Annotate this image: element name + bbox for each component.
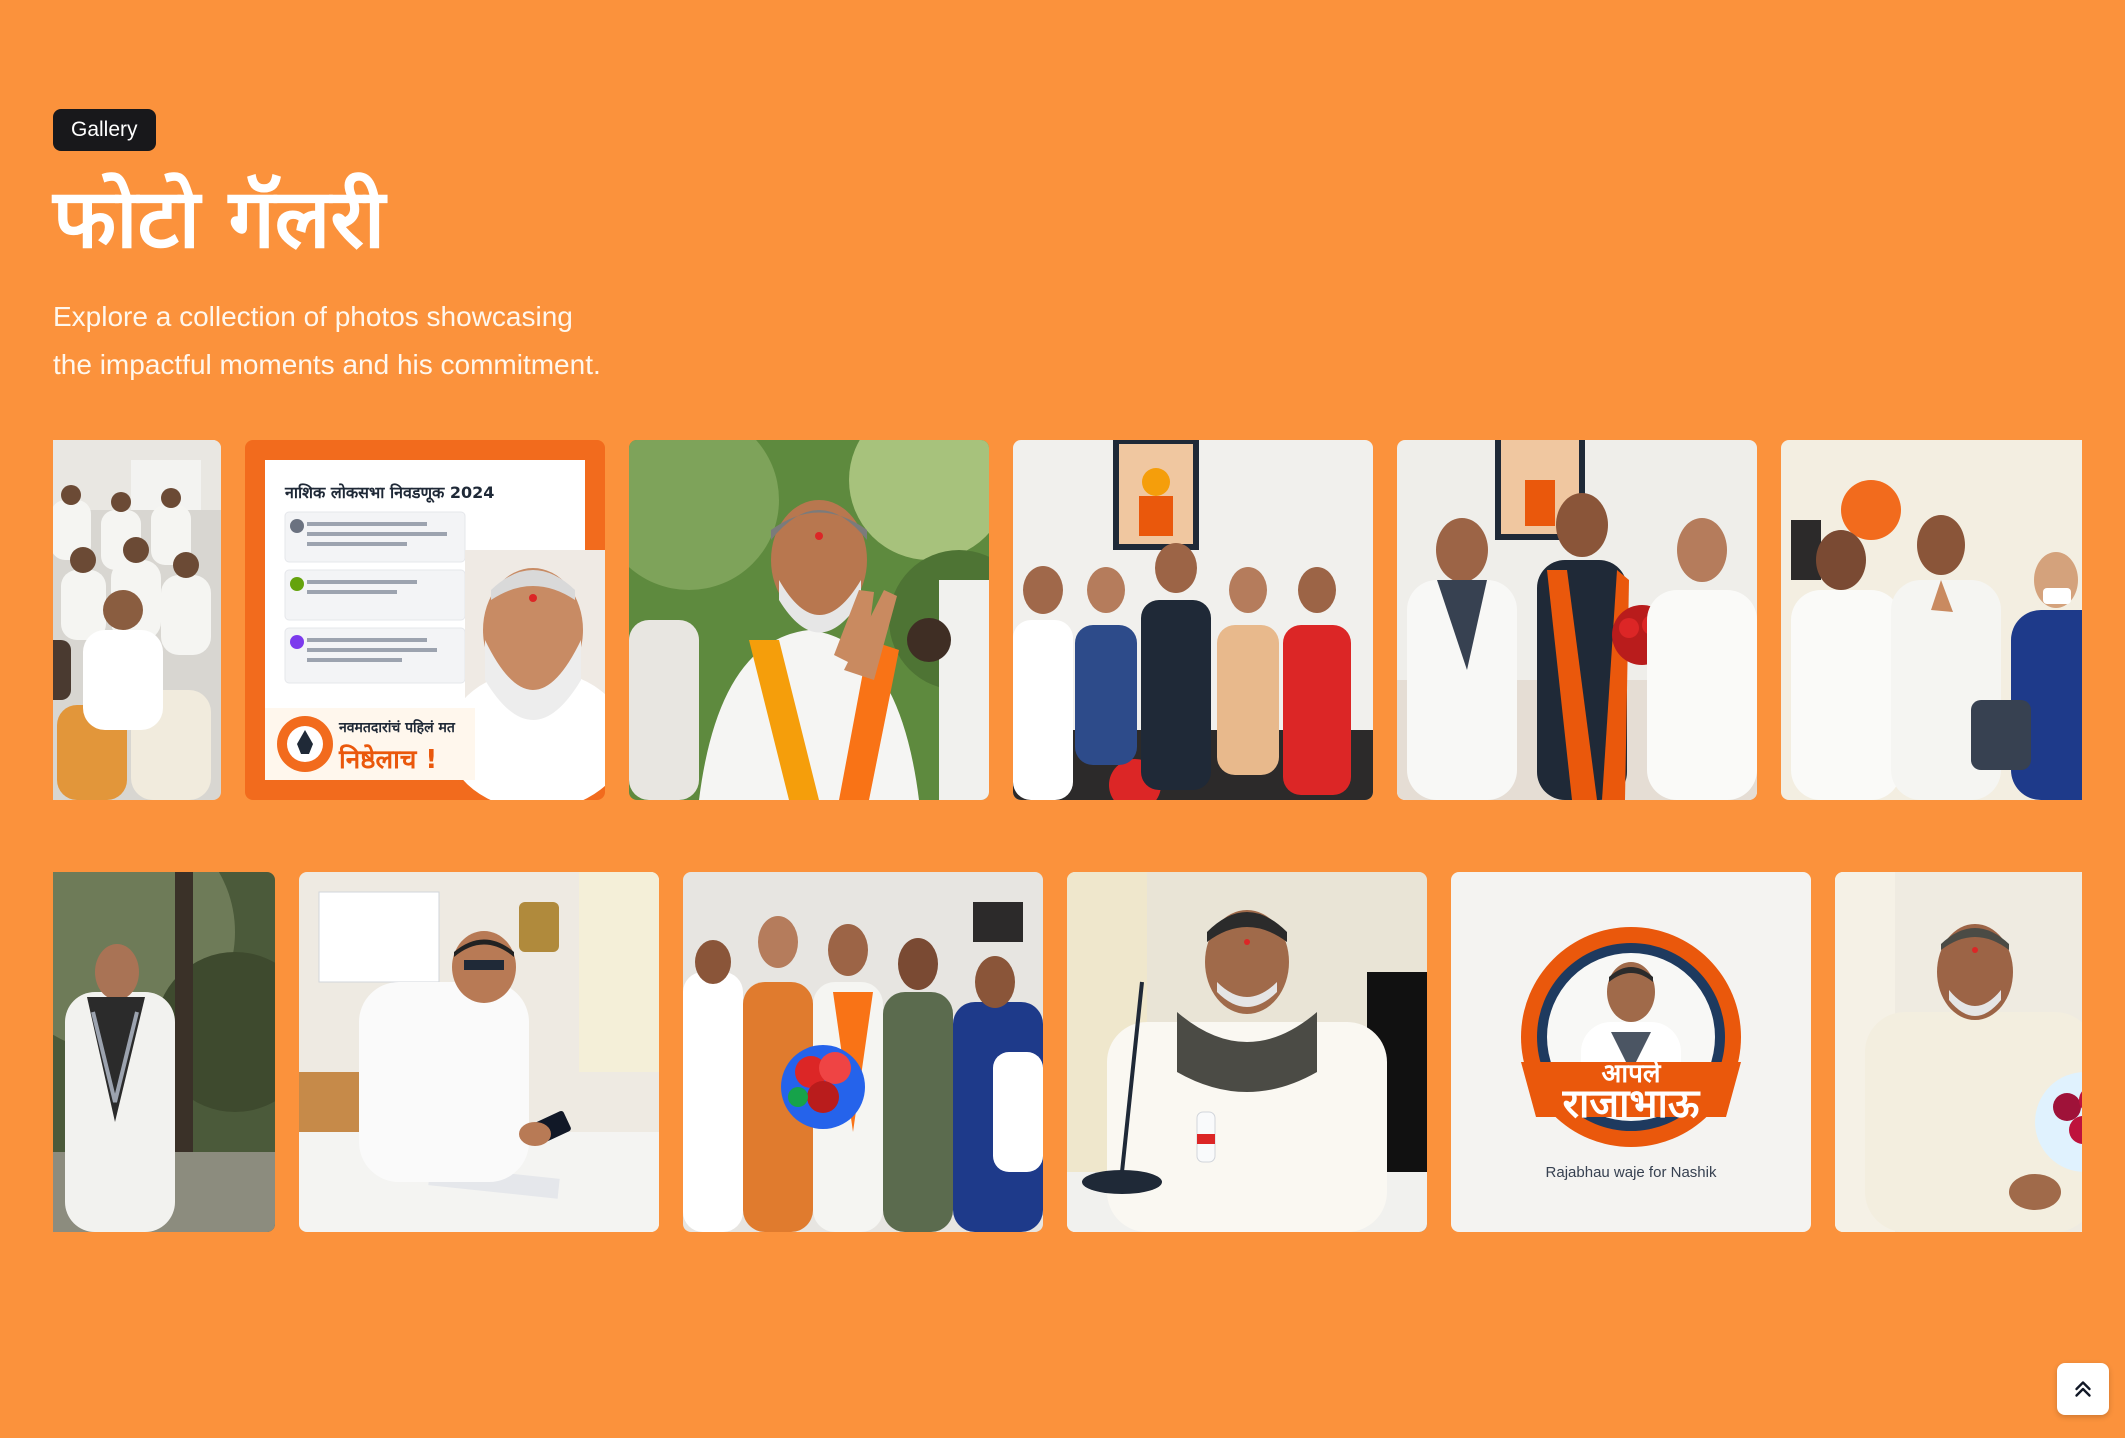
gallery-photo[interactable] bbox=[1835, 872, 2082, 1232]
gallery-image bbox=[1835, 872, 2082, 1232]
subtitle-line-2: the impactful moments and his commitment… bbox=[53, 349, 601, 380]
logo-line-2: राजाभाऊ bbox=[1562, 1081, 1701, 1127]
poster-slogan-top: नवमतदारांचं पहिलं मत bbox=[338, 719, 456, 736]
gallery-image bbox=[683, 872, 1043, 1232]
gallery-photo[interactable] bbox=[53, 872, 275, 1232]
gallery-photo[interactable] bbox=[1067, 872, 1427, 1232]
gallery-badge: Gallery bbox=[53, 109, 156, 151]
gallery-photo[interactable] bbox=[1397, 440, 1757, 800]
gallery-image bbox=[1397, 440, 1757, 800]
gallery-image bbox=[1067, 872, 1427, 1232]
gallery-photo[interactable] bbox=[1781, 440, 2082, 800]
gallery-image bbox=[53, 872, 275, 1232]
gallery-row-2: आपले राजाभाऊ Rajabhau waje for Nashik bbox=[53, 872, 2082, 1232]
gallery-image bbox=[299, 872, 659, 1232]
poster-heading: नाशिक लोकसभा निवडणूक 2024 bbox=[284, 483, 494, 503]
subtitle-line-1: Explore a collection of photos showcasin… bbox=[53, 301, 573, 332]
gallery-photo[interactable]: नाशिक लोकसभा निवडणूक 2024 नवमतदारांचं पह… bbox=[245, 440, 605, 800]
gallery-photo[interactable] bbox=[629, 440, 989, 800]
gallery-image bbox=[1013, 440, 1373, 800]
gallery-photo[interactable] bbox=[53, 440, 221, 800]
gallery-image bbox=[629, 440, 989, 800]
gallery-photo[interactable] bbox=[683, 872, 1043, 1232]
gallery-photo[interactable] bbox=[299, 872, 659, 1232]
double-chevron-up-icon bbox=[2075, 1381, 2091, 1397]
gallery-header: Gallery फोटो गॅलरी Explore a collection … bbox=[53, 109, 693, 389]
poster-slogan-bottom: निष्ठेलाच ! bbox=[338, 744, 437, 775]
gallery-page: Gallery फोटो गॅलरी Explore a collection … bbox=[0, 0, 2125, 1438]
logo-caption: Rajabhau waje for Nashik bbox=[1546, 1164, 1717, 1181]
scroll-to-top-button[interactable] bbox=[2057, 1363, 2109, 1415]
page-title: फोटो गॅलरी bbox=[53, 172, 386, 267]
page-subtitle: Explore a collection of photos showcasin… bbox=[53, 293, 693, 389]
gallery-image bbox=[1781, 440, 2082, 800]
gallery-photo[interactable] bbox=[1013, 440, 1373, 800]
gallery-image bbox=[53, 440, 221, 800]
gallery-row-1: नाशिक लोकसभा निवडणूक 2024 नवमतदारांचं पह… bbox=[53, 440, 2082, 800]
gallery-image: आपले राजाभाऊ Rajabhau waje for Nashik bbox=[1451, 872, 1811, 1232]
gallery-photo[interactable]: आपले राजाभाऊ Rajabhau waje for Nashik bbox=[1451, 872, 1811, 1232]
gallery-image: नाशिक लोकसभा निवडणूक 2024 नवमतदारांचं पह… bbox=[245, 440, 605, 800]
